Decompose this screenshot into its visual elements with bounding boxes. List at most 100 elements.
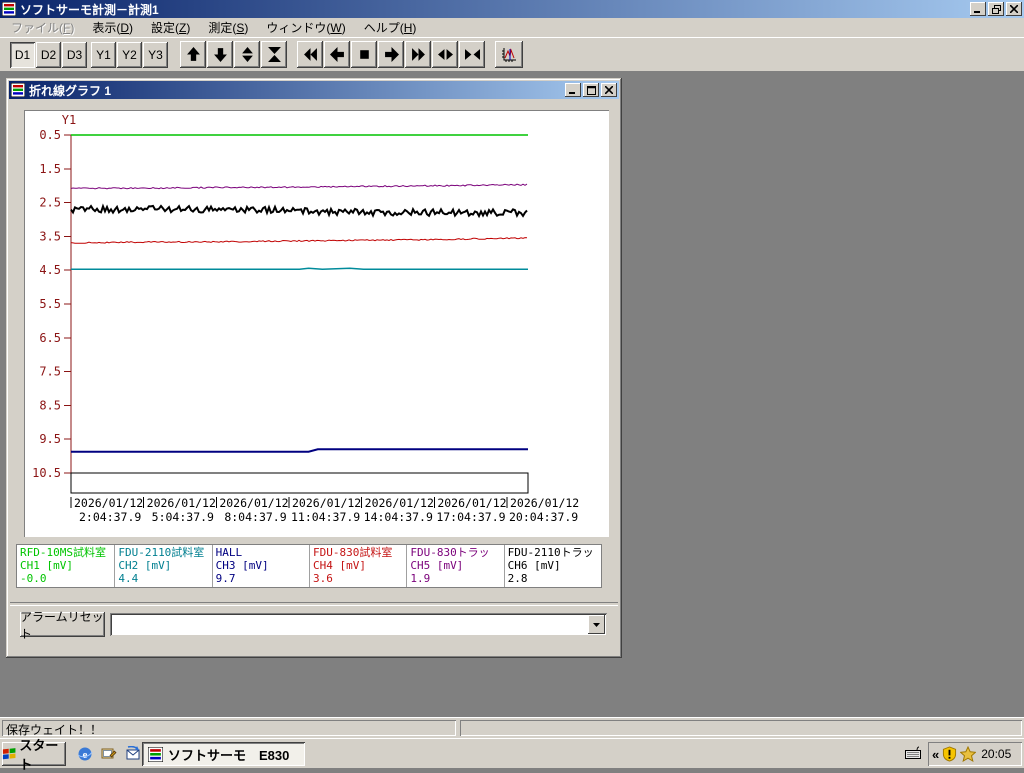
legend-channel-id: CH2 [mV] bbox=[118, 559, 172, 572]
svg-text:8:04:37.9: 8:04:37.9 bbox=[224, 510, 286, 524]
svg-text:e: e bbox=[83, 749, 88, 761]
alarm-reset-button[interactable]: アラームリセット bbox=[20, 610, 105, 641]
quicklaunch-show-desktop-button[interactable] bbox=[100, 745, 118, 763]
maximize-icon bbox=[586, 85, 596, 95]
menu-file[interactable]: ファイル(F) bbox=[2, 17, 83, 38]
toolbar-y2-button[interactable]: Y2 bbox=[117, 41, 142, 68]
legend-channel-value: 2.8 bbox=[507, 572, 528, 585]
star-icon[interactable] bbox=[960, 746, 977, 762]
svg-text:6.5: 6.5 bbox=[39, 331, 61, 345]
legend-channel-value: 4.4 bbox=[118, 572, 139, 585]
restore-button[interactable] bbox=[988, 2, 1004, 16]
system-tray: « 20:05 bbox=[928, 742, 1022, 766]
legend-cell: FDU-2110試料室 CH2 [mV] 4.4 bbox=[114, 545, 211, 587]
svg-text:3.5: 3.5 bbox=[39, 229, 61, 243]
window-title: ソフトサーモ計測－計測1 bbox=[20, 2, 159, 17]
chevron-down-icon bbox=[593, 622, 600, 627]
security-shield-icon[interactable] bbox=[942, 746, 957, 762]
windows-logo-icon bbox=[2, 748, 16, 760]
fast-backward-button[interactable] bbox=[297, 41, 323, 68]
compress-vertical-icon bbox=[267, 47, 281, 62]
compress-horizontal-button[interactable] bbox=[459, 41, 485, 68]
tray-expand-button[interactable]: « bbox=[932, 747, 939, 762]
alarm-combobox[interactable] bbox=[110, 613, 607, 636]
graph-maximize-button[interactable] bbox=[583, 83, 599, 97]
svg-text:2026/01/12: 2026/01/12 bbox=[292, 496, 361, 510]
expand-vertical-button[interactable] bbox=[234, 41, 260, 68]
restore-icon bbox=[991, 4, 1001, 14]
svg-text:2026/01/12: 2026/01/12 bbox=[510, 496, 579, 510]
taskbar-app-label: ソフトサーモ E830 bbox=[168, 747, 290, 763]
minimize-icon bbox=[569, 91, 575, 94]
down-arrow-icon bbox=[213, 48, 227, 62]
toolbar-d2-button[interactable]: D2 bbox=[36, 41, 61, 68]
svg-text:7.5: 7.5 bbox=[39, 365, 61, 379]
compress-horizontal-icon bbox=[464, 49, 480, 60]
legend-channel-name: FDU-2110トラッ bbox=[507, 546, 594, 559]
toolbar-d3-button[interactable]: D3 bbox=[62, 41, 87, 68]
legend-cell: HALL CH3 [mV] 9.7 bbox=[211, 545, 309, 587]
status-bar: 保存ウェイト！！ bbox=[0, 717, 1024, 738]
legend-channel-name: FDU-2110試料室 bbox=[118, 546, 205, 559]
alarm-combobox-input[interactable] bbox=[113, 616, 585, 633]
step-left-button[interactable] bbox=[324, 41, 350, 68]
expand-horizontal-button[interactable] bbox=[432, 41, 458, 68]
compress-vertical-button[interactable] bbox=[261, 41, 287, 68]
svg-text:5.5: 5.5 bbox=[39, 297, 61, 311]
svg-text:8.5: 8.5 bbox=[39, 398, 61, 412]
svg-text:Y1: Y1 bbox=[62, 113, 76, 127]
graph-close-button[interactable] bbox=[601, 83, 617, 97]
start-label: スタート bbox=[19, 738, 59, 772]
taskbar-app-button[interactable]: ソフトサーモ E830 bbox=[142, 742, 305, 766]
keyboard-language-icon[interactable] bbox=[905, 746, 922, 760]
scroll-up-button[interactable] bbox=[180, 41, 206, 68]
line-chart: Y1 0.5 1.5 2.5 3.5 4.5 5.5 6.5 7.5 8.5 9.5 10.5 2026… bbox=[24, 110, 609, 537]
menu-settings[interactable]: 設定(Z) bbox=[142, 17, 199, 38]
close-icon bbox=[605, 86, 613, 94]
close-button[interactable] bbox=[1006, 2, 1022, 16]
expand-horizontal-icon bbox=[437, 49, 453, 60]
toolbar-y1-button[interactable]: Y1 bbox=[91, 41, 116, 68]
legend-channel-value: 9.7 bbox=[215, 572, 236, 585]
scroll-down-button[interactable] bbox=[207, 41, 233, 68]
legend-channel-id: CH6 [mV] bbox=[507, 559, 561, 572]
graph-window-title: 折れ線グラフ 1 bbox=[29, 83, 112, 98]
legend-channel-name: RFD-10MS試料室 bbox=[20, 546, 106, 559]
toolbar-d1-button[interactable]: D1 bbox=[10, 41, 35, 68]
status-secondary-panel bbox=[460, 720, 1022, 736]
graph-minimize-button[interactable] bbox=[565, 83, 581, 97]
graph-window-icon bbox=[11, 83, 25, 97]
legend-channel-id: CH3 [mV] bbox=[215, 559, 269, 572]
quicklaunch-ie-button[interactable]: e bbox=[76, 745, 94, 763]
legend-channel-id: CH5 [mV] bbox=[410, 559, 464, 572]
step-right-button[interactable] bbox=[378, 41, 404, 68]
svg-text:1.5: 1.5 bbox=[39, 162, 61, 176]
combobox-dropdown-button[interactable] bbox=[588, 615, 605, 634]
menu-view[interactable]: 表示(D) bbox=[83, 17, 142, 38]
toolbar-y3-button[interactable]: Y3 bbox=[143, 41, 168, 68]
start-button[interactable]: スタート bbox=[2, 738, 66, 772]
svg-text:9.5: 9.5 bbox=[39, 432, 61, 446]
quicklaunch-outlook-button[interactable] bbox=[124, 745, 142, 763]
svg-text:2026/01/12: 2026/01/12 bbox=[437, 496, 506, 510]
svg-text:14:04:37.9: 14:04:37.9 bbox=[364, 510, 433, 524]
menu-window[interactable]: ウィンドウ(W) bbox=[257, 17, 354, 38]
svg-text:4.5: 4.5 bbox=[39, 263, 61, 277]
fast-forward-button[interactable] bbox=[405, 41, 431, 68]
up-arrow-icon bbox=[186, 47, 200, 61]
internet-explorer-icon: e bbox=[77, 747, 93, 761]
toolbar: D1 D2 D3 Y1 Y2 Y3 bbox=[0, 37, 1024, 71]
svg-text:5:04:37.9: 5:04:37.9 bbox=[152, 510, 214, 524]
svg-text:11:04:37.9: 11:04:37.9 bbox=[291, 510, 360, 524]
legend-channel-name: FDU-830トラッ bbox=[410, 546, 490, 559]
minimize-button[interactable] bbox=[970, 2, 986, 16]
menu-measure[interactable]: 測定(S) bbox=[199, 17, 257, 38]
fast-forward-icon bbox=[411, 48, 425, 61]
stop-button[interactable] bbox=[351, 41, 377, 68]
legend-channel-name: HALL bbox=[215, 546, 243, 559]
outlook-express-icon bbox=[126, 746, 140, 760]
right-arrow-icon bbox=[384, 47, 399, 62]
menu-help[interactable]: ヘルプ(H) bbox=[355, 17, 426, 38]
legend-cell: FDU-830試料室 CH4 [mV] 3.6 bbox=[309, 545, 406, 587]
graph-settings-button[interactable] bbox=[495, 41, 523, 68]
